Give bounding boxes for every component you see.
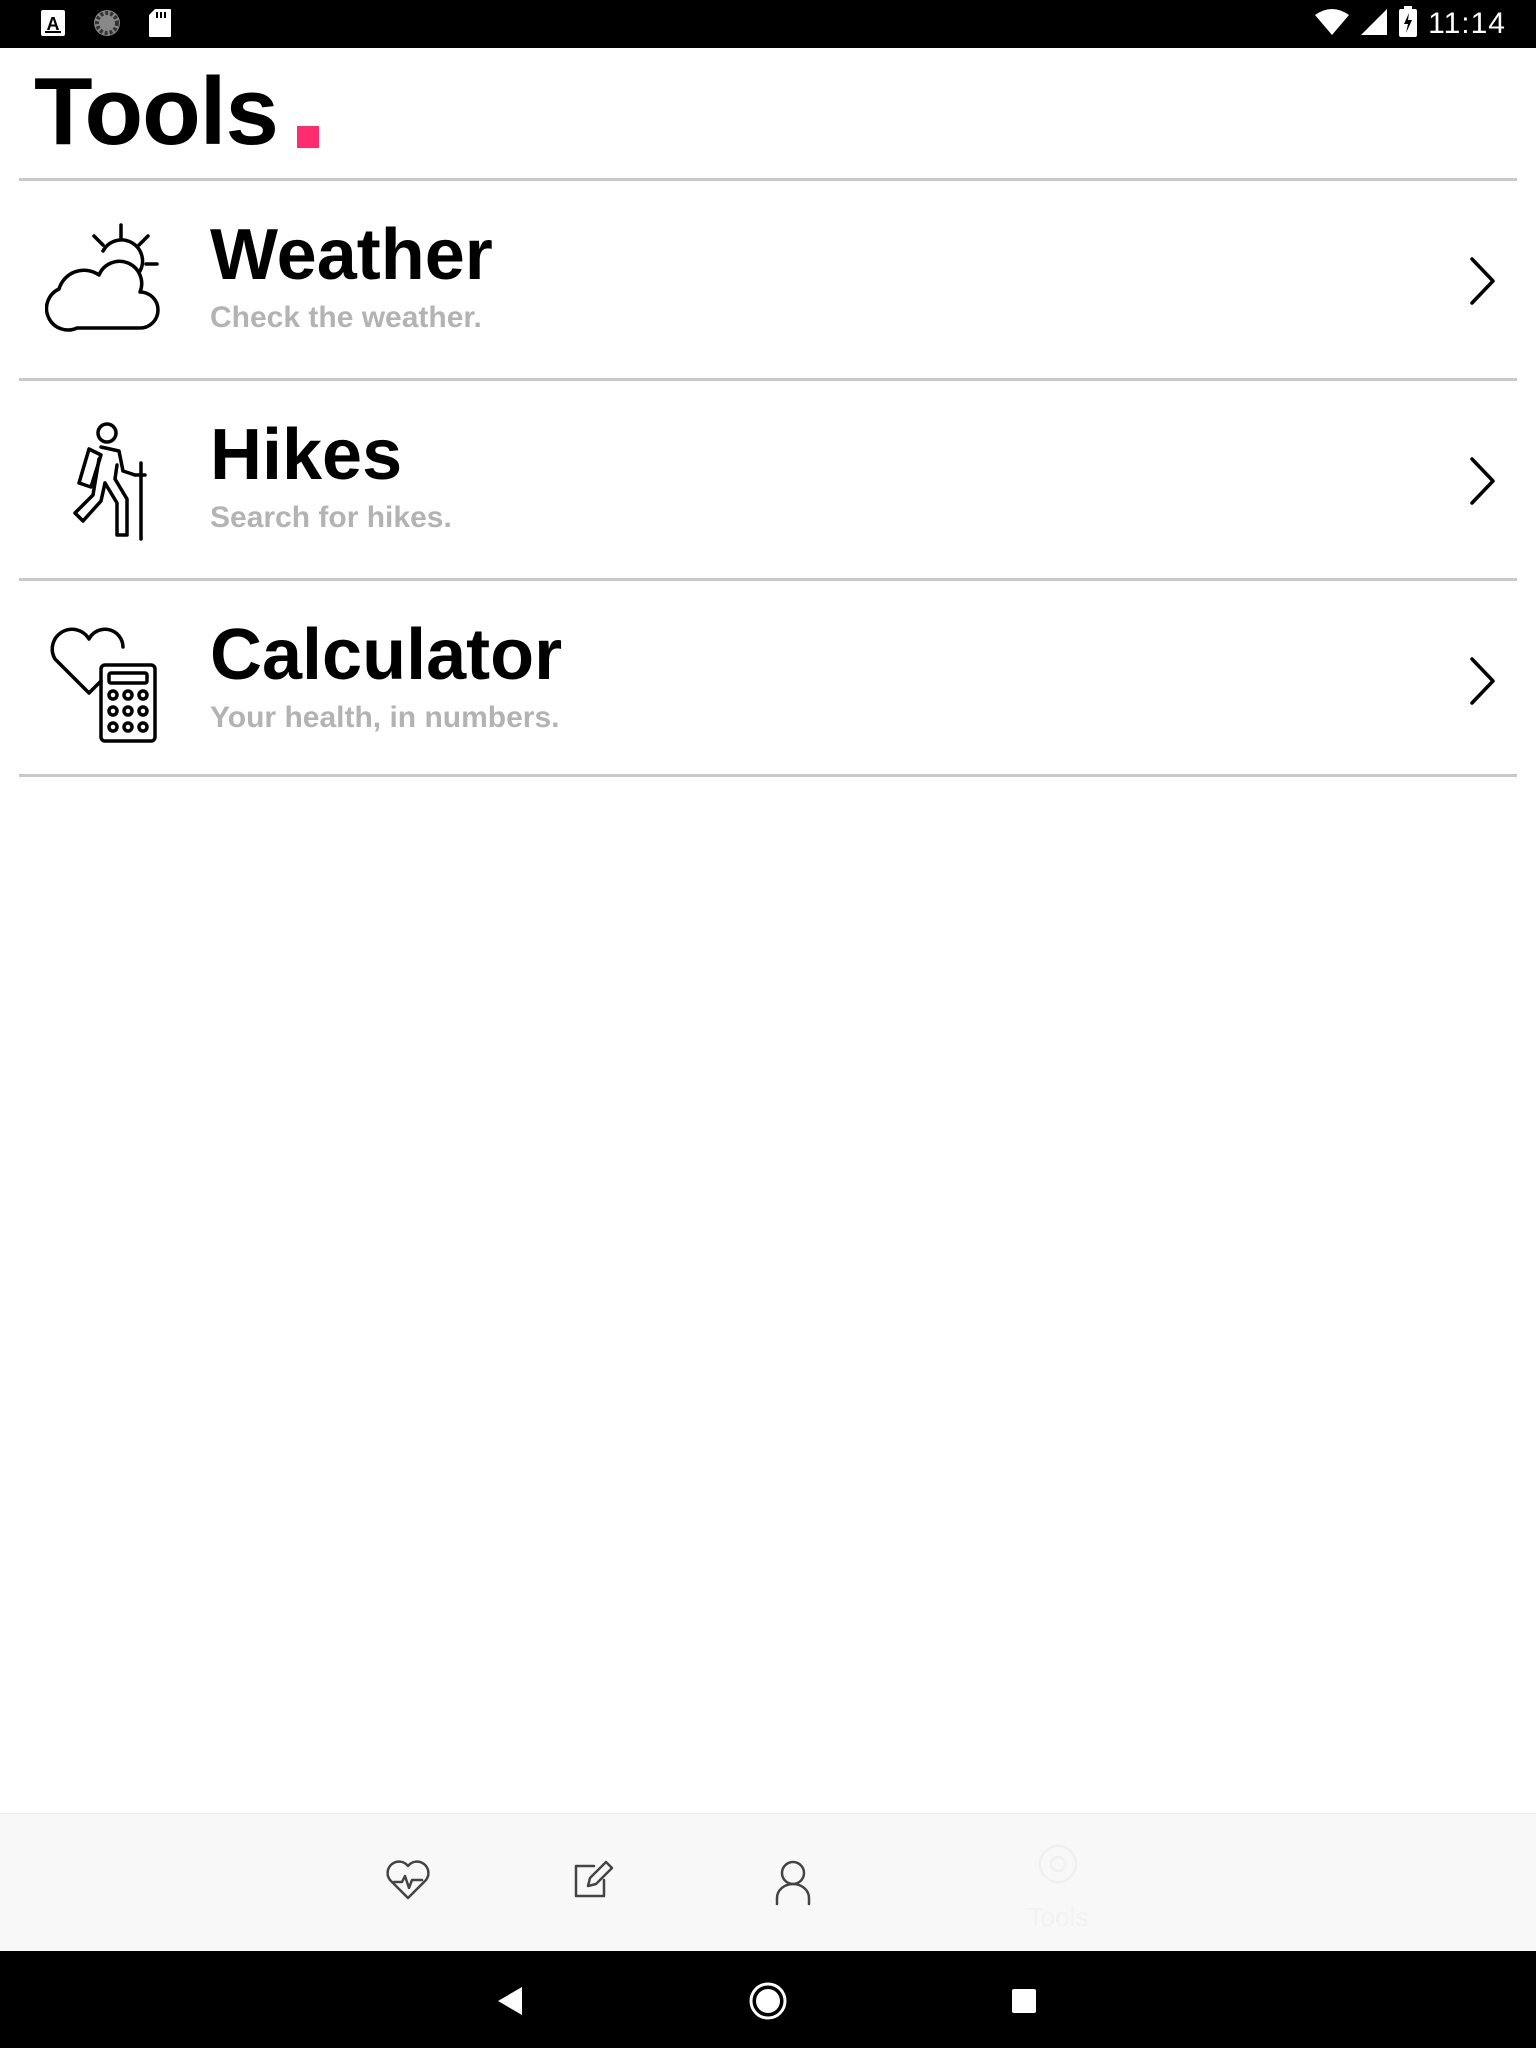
nav-label: Tools: [1027, 1902, 1089, 1932]
tool-name: Hikes: [210, 415, 403, 495]
bottom-nav: Tools: [0, 1813, 1536, 1952]
system-status: 11:14: [1314, 4, 1506, 44]
tool-row-weather[interactable]: Weather Check the weather.: [19, 181, 1517, 378]
tool-name: Weather: [210, 215, 493, 295]
weather-icon: [45, 223, 160, 332]
a-notification-icon: A: [40, 9, 66, 42]
tool-row-hikes[interactable]: Hikes Search for hikes.: [19, 381, 1517, 578]
wifi-icon: [1314, 7, 1350, 42]
signal-icon: [1360, 7, 1388, 42]
sd-card-icon: [148, 8, 172, 43]
tool-description: Search for hikes.: [210, 501, 452, 534]
sync-icon: [92, 8, 122, 43]
page-header: Tools: [0, 48, 1536, 180]
hiker-icon: [73, 422, 147, 541]
battery-charging-icon: [1398, 5, 1418, 43]
nav-item-journal[interactable]: [532, 1814, 652, 1952]
nav-item-profile[interactable]: [733, 1814, 853, 1952]
chevron-right-icon: [1470, 457, 1495, 505]
tool-description: Your health, in numbers.: [210, 701, 560, 734]
home-icon[interactable]: [746, 1979, 790, 2023]
profile-icon: [775, 1860, 811, 1906]
heart-pulse-icon: [386, 1860, 430, 1900]
notification-icons: A: [40, 8, 172, 43]
chevron-right-icon: [1470, 257, 1495, 305]
recents-icon[interactable]: [1002, 1979, 1046, 2023]
accent-square-icon: [297, 126, 319, 148]
tool-description: Check the weather.: [210, 301, 482, 334]
tool-row-calculator[interactable]: Calculator Your health, in numbers.: [19, 581, 1517, 778]
health-calculator-icon: [50, 627, 157, 743]
page-title: Tools: [34, 58, 279, 165]
chevron-right-icon: [1470, 657, 1495, 705]
tools-icon: [1038, 1844, 1078, 1884]
clock: 11:14: [1428, 7, 1506, 40]
nav-item-tools[interactable]: Tools: [998, 1814, 1118, 1952]
edit-note-icon: [574, 1860, 614, 1898]
back-icon[interactable]: [490, 1979, 534, 2023]
system-nav-bar: [0, 1951, 1536, 2048]
divider: [19, 774, 1517, 777]
nav-item-health[interactable]: [346, 1814, 466, 1952]
status-bar: A 11:14: [0, 0, 1536, 48]
tool-name: Calculator: [210, 615, 563, 695]
